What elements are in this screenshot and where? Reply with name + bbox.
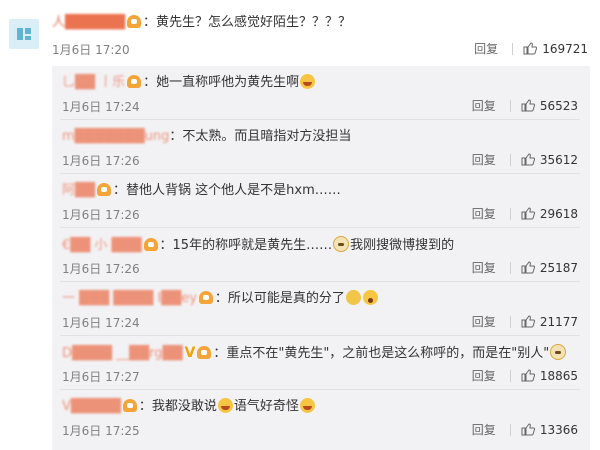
divider [512, 42, 514, 55]
reply-actions: 回复 35612 [472, 151, 578, 168]
main-comment-text: ：黄先生？怎么感觉好陌生？？？？ [143, 15, 352, 30]
reply-text: ：不太熟。而且暗指对方没担当 [169, 129, 352, 144]
reply-username[interactable]: V█████ [62, 398, 121, 416]
reply-actions: 回复 29618 [472, 205, 578, 222]
reply-item: 一 ███ ████ I██ey ：所以可能是真的分了 1月6日 17:24 回复… [62, 284, 590, 338]
like-count: 169721 [542, 41, 588, 56]
thumbs-up-icon[interactable] [521, 315, 535, 328]
like-count: 56523 [539, 98, 578, 113]
like-count: 18865 [539, 368, 578, 383]
divider [509, 99, 511, 112]
dog-emoji-icon [550, 344, 567, 360]
reply-username[interactable]: €██ 小 ███ [62, 237, 142, 255]
thumbs-up-icon[interactable] [521, 99, 535, 112]
divider [509, 261, 511, 274]
like-count: 35612 [539, 152, 578, 167]
like-count: 25187 [539, 260, 578, 275]
fan-badge-icon [127, 75, 142, 88]
reply-actions: 回复 18865 [472, 367, 578, 384]
reply-text: ：替他人背锅 这个他人是不是hxm…… [113, 183, 341, 198]
verified-icon: V [184, 345, 196, 361]
divider [509, 207, 511, 220]
fan-badge-icon [143, 238, 158, 251]
reply-time: 1月6日 17:25 [62, 424, 140, 438]
dog-emoji-icon [333, 236, 350, 252]
like-count: 29618 [539, 206, 578, 221]
reply-list: 乚██ 丨乐 ：她一直称呼他为黄先生啊 1月6日 17:24 回复 56523 m… [52, 66, 590, 450]
reply-time: 1月6日 17:24 [62, 100, 140, 114]
reply-actions: 回复 25187 [472, 259, 578, 276]
laugh-emoji-icon [217, 398, 233, 413]
reply-button[interactable]: 回复 [472, 97, 496, 114]
reply-text: ：她一直称呼他为黄先生啊 [143, 75, 300, 90]
reply-button[interactable]: 回复 [472, 367, 496, 384]
reply-text-tail: 语气好奇怪 [233, 399, 299, 414]
like-count: 21177 [539, 314, 578, 329]
reply-username[interactable]: D████ __██rg██ [62, 345, 183, 363]
reply-time: 1月6日 17:26 [62, 154, 140, 168]
like-count: 13366 [539, 422, 578, 437]
reply-time: 1月6日 17:26 [62, 208, 140, 222]
thumbs-up-icon[interactable] [521, 423, 535, 436]
thumbs-up-icon[interactable] [521, 261, 535, 274]
divider [509, 153, 511, 166]
reply-button[interactable]: 回复 [472, 313, 496, 330]
thumbs-up-icon[interactable] [521, 153, 535, 166]
reply-button[interactable]: 回复 [472, 151, 496, 168]
main-comment-actions: 回复 169721 [474, 40, 588, 57]
shrug-emoji-icon [345, 290, 361, 305]
divider [60, 389, 580, 390]
reply-item: m███████ung：不太熟。而且暗指对方没担当 1月6日 17:26 回复 … [62, 122, 590, 176]
reply-text: ：重点不在"黄先生"，之前也是这么称呼的，而是在"别人" [213, 346, 550, 361]
fan-badge-icon [122, 399, 137, 412]
reply-button[interactable]: 回复 [472, 205, 496, 222]
fan-badge-icon [198, 291, 213, 304]
divider [60, 119, 580, 120]
thumbs-up-icon[interactable] [521, 207, 535, 220]
reply-time: 1月6日 17:27 [62, 370, 140, 384]
divider [60, 227, 580, 228]
reply-username[interactable]: 乚██ 丨乐 [62, 74, 125, 92]
reply-button[interactable]: 回复 [472, 421, 496, 438]
reply-item: D████ __██rg██ V ：重点不在"黄先生"，之前也是这么称呼的，而是在"… [62, 338, 590, 392]
divider [509, 369, 511, 382]
thumbs-up-icon[interactable] [521, 369, 535, 382]
divider [60, 335, 580, 336]
reply-time: 1月6日 17:24 [62, 316, 140, 330]
thumbs-up-icon[interactable] [523, 42, 538, 55]
divider [60, 173, 580, 174]
reply-text: ：所以可能是真的分了 [214, 291, 345, 306]
reply-item: 阿██ ：替他人背锅 这个他人是不是hxm…… 1月6日 17:26 回复 296… [62, 176, 590, 230]
divider [509, 423, 511, 436]
divider [509, 315, 511, 328]
reply-username[interactable]: m███████ung [62, 128, 169, 146]
reply-time: 1月6日 17:26 [62, 262, 140, 276]
reply-actions: 回复 13366 [472, 421, 578, 438]
reply-item: 乚██ 丨乐 ：她一直称呼他为黄先生啊 1月6日 17:24 回复 56523 [62, 68, 590, 122]
surprised-emoji-icon [362, 290, 378, 305]
reply-actions: 回复 56523 [472, 97, 578, 114]
reply-item: V█████ ：我都没敢说 语气好奇怪 1月6日 17:25 回复 13366 [62, 392, 590, 446]
main-comment: 人██████ ：黄先生？怎么感觉好陌生？？？？ 1月6日 17:20 回复 16… [52, 14, 600, 62]
reply-text: ：15年的称呼就是黄先生…… [159, 238, 333, 253]
fan-badge-icon [97, 183, 111, 196]
divider [60, 281, 580, 282]
laugh-emoji-icon [299, 398, 315, 413]
fan-badge-icon [197, 346, 212, 359]
laugh-emoji-icon [300, 74, 316, 89]
main-comment-time: 1月6日 17:20 [52, 43, 130, 57]
main-username[interactable]: 人██████ [52, 14, 125, 32]
reply-actions: 回复 21177 [472, 313, 578, 330]
avatar[interactable] [9, 19, 39, 49]
fan-badge-icon [127, 15, 141, 28]
reply-button[interactable]: 回复 [474, 40, 498, 57]
reply-item: €██ 小 ███ ：15年的称呼就是黄先生…… 我刚搜微博搜到的 1月6日 17:… [62, 230, 590, 284]
reply-username[interactable]: 阿██ [62, 182, 95, 200]
main-comment-line: 人██████ ：黄先生？怎么感觉好陌生？？？？ [52, 14, 600, 32]
reply-text: ：我都没敢说 [138, 399, 217, 414]
reply-text-tail: 我刚搜微博搜到的 [350, 238, 455, 253]
reply-button[interactable]: 回复 [472, 259, 496, 276]
reply-username[interactable]: 一 ███ ████ I██ey [62, 290, 197, 308]
